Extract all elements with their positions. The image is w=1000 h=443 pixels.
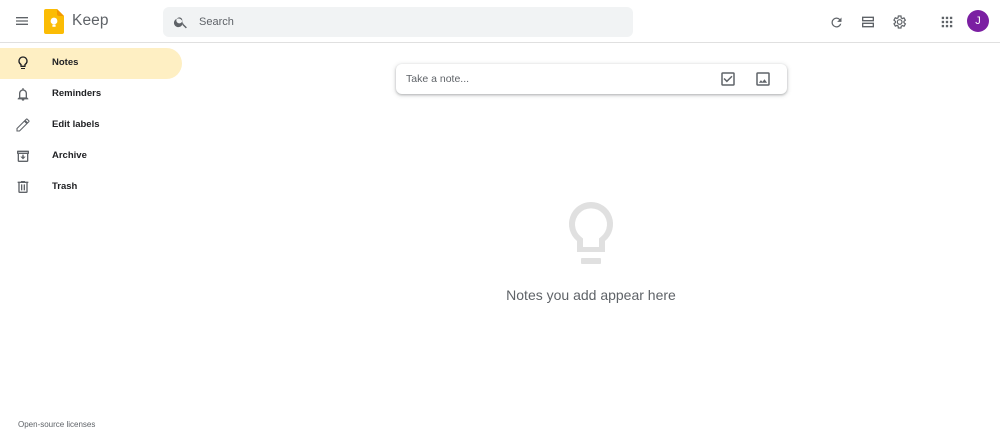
apps-grid-icon [941,16,953,28]
sidebar: Notes Reminders Edit labels Archive Tras… [0,43,190,443]
empty-state-message: Notes you add appear here [506,287,676,303]
refresh-icon [830,16,841,27]
account-avatar[interactable]: J [967,10,989,32]
gear-icon [893,15,907,29]
main-menu-button[interactable] [8,7,36,35]
sidebar-item-edit-labels[interactable]: Edit labels [0,110,182,141]
new-list-checkbox-icon[interactable] [719,70,737,88]
take-note-bar[interactable] [396,64,787,94]
top-bar: Keep J [0,0,1000,43]
take-note-input[interactable] [406,64,706,94]
sidebar-item-archive[interactable]: Archive [0,141,182,172]
sidebar-item-label: Notes [52,57,79,68]
pencil-icon [16,118,30,132]
sidebar-item-label: Reminders [52,88,102,99]
list-view-button[interactable] [854,8,882,36]
trash-icon [17,181,29,193]
new-note-with-image-icon[interactable] [754,70,772,88]
sidebar-item-label: Edit labels [52,119,100,130]
archive-icon [17,150,29,162]
search-input[interactable] [199,7,619,37]
search-bar[interactable] [163,7,633,37]
hamburger-menu-icon [16,17,28,25]
sidebar-item-trash[interactable]: Trash [0,172,182,203]
sidebar-item-label: Archive [52,150,87,161]
settings-button[interactable] [885,8,913,36]
sidebar-item-notes[interactable]: Notes [0,48,182,79]
app-title: Keep [72,12,109,29]
keep-logo-icon [44,9,64,34]
lightbulb-icon [18,56,28,69]
list-view-icon [862,16,874,28]
empty-notes-lightbulb-icon [568,201,614,264]
refresh-button[interactable] [822,8,850,36]
open-source-licenses-link[interactable]: Open-source licenses [18,420,95,429]
sidebar-item-reminders[interactable]: Reminders [0,79,182,110]
google-apps-button[interactable] [933,8,961,36]
bell-icon [17,88,29,101]
sidebar-item-label: Trash [52,181,78,192]
search-icon[interactable] [173,14,189,30]
